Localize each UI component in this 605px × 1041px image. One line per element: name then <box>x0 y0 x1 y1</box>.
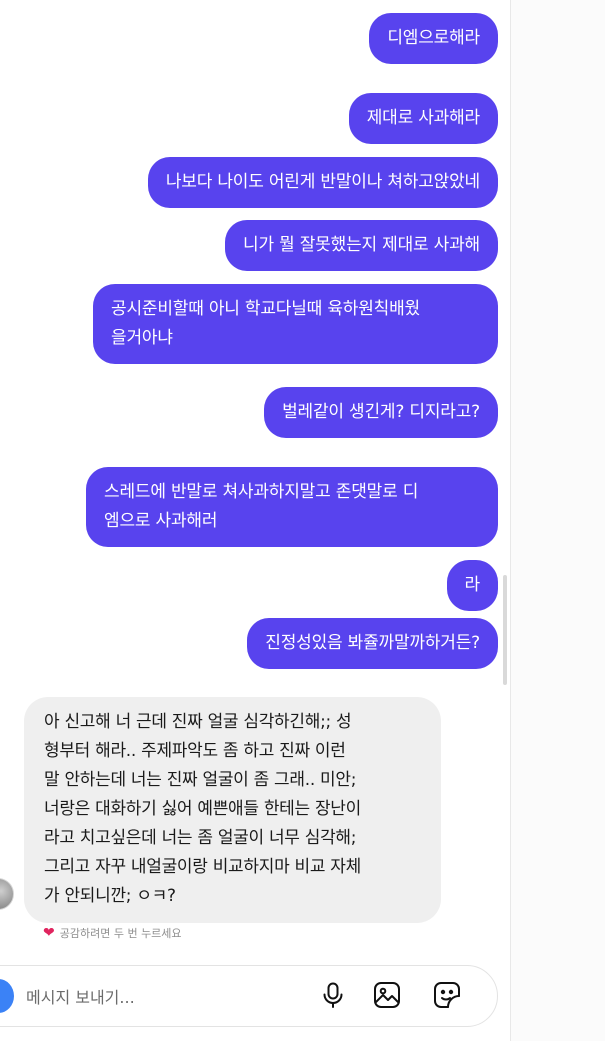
image-icon[interactable] <box>372 980 402 1010</box>
outgoing-message-3[interactable]: 나보다 나이도 어린게 반말이나 쳐하고앉았네 <box>147 157 498 208</box>
outgoing-message-2[interactable]: 제대로 사과해라 <box>348 93 498 144</box>
sticker-icon[interactable] <box>432 980 462 1010</box>
message-input[interactable] <box>24 980 288 1014</box>
outgoing-message-1[interactable]: 디엠으로해라 <box>369 13 498 64</box>
chat-panel: 디엠으로해라 제대로 사과해라 나보다 나이도 어린게 반말이나 쳐하고앉았네 … <box>0 0 510 1041</box>
outgoing-message-8[interactable]: 라 <box>446 560 498 611</box>
avatar[interactable] <box>0 878 14 910</box>
scrollbar[interactable] <box>503 575 507 685</box>
right-gutter <box>511 0 605 1041</box>
outgoing-message-6[interactable]: 벌레같이 생긴게? 디지라고? <box>264 387 498 438</box>
reaction-hint: ❤ 공감하려면 두 번 누르세요 <box>43 925 182 941</box>
outgoing-message-5[interactable]: 공시준비할때 아니 학교다닐때 육하원칙배웠 을거아냐 <box>93 284 498 364</box>
outgoing-message-4[interactable]: 니가 뭘 잘못했는지 제대로 사과해 <box>225 220 498 271</box>
microphone-icon[interactable] <box>318 980 348 1010</box>
outgoing-message-9[interactable]: 진정성있음 봐쥴까말까하거든? <box>247 618 498 669</box>
heart-icon: ❤ <box>43 925 55 941</box>
incoming-message[interactable]: 아 신고해 너 근데 진짜 얼굴 심각하긴해;; 성 형부터 해라.. 주제파악… <box>24 697 441 923</box>
outgoing-message-7[interactable]: 스레드에 반말로 쳐사과하지말고 존댓말로 디 엠으로 사과해러 <box>86 467 498 547</box>
reaction-hint-label: 공감하려면 두 번 누르세요 <box>59 927 182 940</box>
